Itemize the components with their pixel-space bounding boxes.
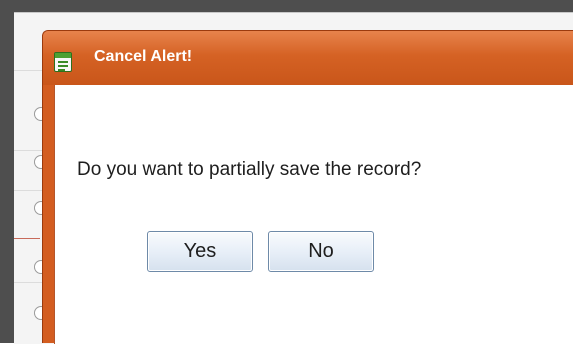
yes-button[interactable]: Yes — [147, 231, 253, 272]
app-top-bar — [0, 0, 573, 12]
app-left-edge — [0, 0, 14, 343]
background-red-line — [14, 238, 40, 239]
dialog-message: Do you want to partially save the record… — [77, 159, 422, 180]
notepad-icon — [54, 52, 72, 72]
no-button[interactable]: No — [268, 231, 374, 272]
dialog-body: Do you want to partially save the record… — [54, 85, 573, 344]
dialog-titlebar[interactable]: Cancel Alert! — [43, 31, 573, 85]
dialog-title: Cancel Alert! — [94, 48, 193, 65]
cancel-alert-dialog: Cancel Alert! Do you want to partially s… — [42, 30, 573, 344]
